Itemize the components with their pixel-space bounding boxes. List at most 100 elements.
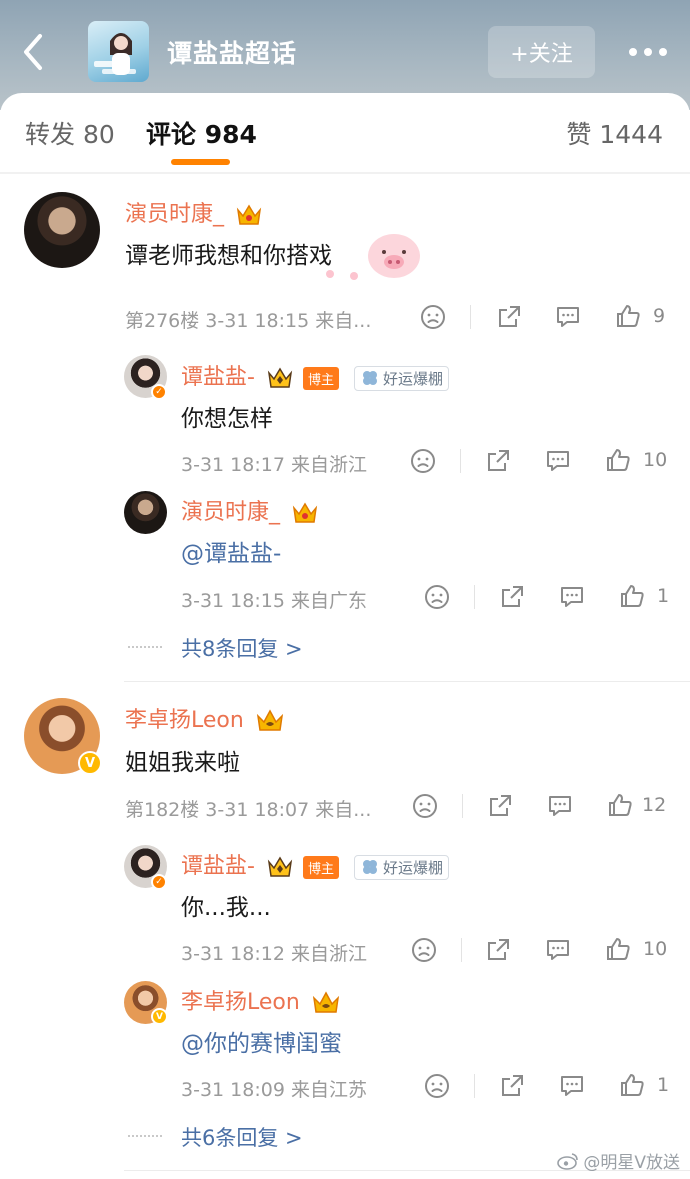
share-icon xyxy=(502,586,523,607)
like-button[interactable]: 9 xyxy=(615,303,665,329)
share-button[interactable] xyxy=(499,1073,525,1099)
reply-author[interactable]: 李卓扬Leon xyxy=(181,984,341,1016)
reply-button[interactable] xyxy=(547,793,573,819)
reply-text[interactable]: @你的赛博闺蜜 xyxy=(181,1024,342,1058)
share-icon xyxy=(490,795,511,816)
share-icon xyxy=(488,939,509,960)
dislike-button[interactable] xyxy=(411,937,437,963)
pig-sticker xyxy=(318,226,426,288)
back-button[interactable] xyxy=(14,30,54,74)
luck-badge[interactable]: 好运爆棚 xyxy=(353,365,449,391)
avatar[interactable] xyxy=(124,491,167,534)
crown-icon xyxy=(236,204,262,225)
divider xyxy=(128,646,162,648)
like-count: 1 xyxy=(657,585,670,607)
dislike-icon xyxy=(411,449,435,473)
comment-author[interactable]: 演员时康_ xyxy=(125,196,263,228)
reply-button[interactable] xyxy=(545,448,571,474)
dislike-button[interactable] xyxy=(424,584,450,610)
divider xyxy=(462,794,463,818)
dislike-button[interactable] xyxy=(424,1073,450,1099)
like-button[interactable]: 10 xyxy=(605,936,667,962)
thumbs-up-icon xyxy=(617,305,640,327)
like-count: 1 xyxy=(657,1074,670,1096)
comment-icon xyxy=(549,796,571,816)
blogger-tag: 博主 xyxy=(302,366,339,390)
like-button[interactable]: 1 xyxy=(619,583,669,609)
follow-button[interactable]: +关注 xyxy=(488,26,595,78)
reply-button[interactable] xyxy=(559,1073,585,1099)
reply-author[interactable]: 演员时康_ xyxy=(181,494,319,526)
like-count: 9 xyxy=(653,305,666,327)
comment-meta: 第276楼 3-31 18:15 来自... xyxy=(125,310,372,332)
divider xyxy=(460,449,461,473)
divider xyxy=(474,585,475,609)
tab-comment[interactable]: 评论 984 xyxy=(146,115,257,151)
crown-icon xyxy=(267,856,293,877)
topic-thumbnail[interactable] xyxy=(88,21,149,82)
reply-meta: 3-31 18:15 来自广东 xyxy=(181,590,367,612)
topic-title: 谭盐盐超话 xyxy=(167,39,298,68)
like-button[interactable]: 1 xyxy=(619,1072,669,1098)
dislike-icon xyxy=(412,938,436,962)
share-button[interactable] xyxy=(499,584,525,610)
more-replies-link[interactable]: 共6条回复 > xyxy=(181,1122,303,1152)
reply-button[interactable] xyxy=(559,584,585,610)
comment-text: 谭老师我想和你搭戏 xyxy=(125,243,332,269)
more-button[interactable] xyxy=(620,30,676,74)
avatar[interactable] xyxy=(24,192,100,268)
share-icon xyxy=(502,1075,523,1096)
like-button[interactable]: 12 xyxy=(607,792,666,818)
divider xyxy=(474,1074,475,1098)
reply-author[interactable]: 谭盐盐- 博主 好运爆棚 xyxy=(181,848,449,880)
dislike-button[interactable] xyxy=(412,793,438,819)
share-icon xyxy=(488,450,509,471)
luck-badge[interactable]: 好运爆棚 xyxy=(353,854,449,880)
reply-meta: 3-31 18:09 来自江苏 xyxy=(181,1079,367,1101)
clover-icon xyxy=(362,371,377,385)
dislike-icon xyxy=(421,305,445,329)
share-button[interactable] xyxy=(485,937,511,963)
blogger-tag: 博主 xyxy=(302,855,339,879)
thumbs-up-icon xyxy=(607,938,630,960)
reply-button[interactable] xyxy=(545,937,571,963)
more-replies-link[interactable]: 共8条回复 > xyxy=(181,633,303,663)
tab-like[interactable]: 赞 1444 xyxy=(566,115,663,151)
dislike-button[interactable] xyxy=(410,448,436,474)
verified-icon: ✓ xyxy=(151,874,167,890)
dislike-icon xyxy=(425,585,449,609)
like-count: 10 xyxy=(643,938,668,960)
verified-icon: V xyxy=(151,1008,168,1025)
watermark: @明星V放送 xyxy=(557,1148,680,1173)
comment-icon xyxy=(547,940,569,960)
divider xyxy=(461,938,462,962)
reply-author[interactable]: 谭盐盐- 博主 好运爆棚 xyxy=(181,359,449,391)
reply-text: 你想怎样 xyxy=(181,406,273,432)
tab-repost[interactable]: 转发 80 xyxy=(25,115,115,151)
comment-text: 姐姐我来啦 xyxy=(125,750,240,776)
dislike-icon xyxy=(413,794,437,818)
thumbs-up-icon xyxy=(609,794,632,816)
share-button[interactable] xyxy=(487,793,513,819)
dislike-button[interactable] xyxy=(420,304,446,330)
share-icon xyxy=(499,306,520,327)
reply-meta: 3-31 18:17 来自浙江 xyxy=(181,454,367,476)
share-button[interactable] xyxy=(496,304,522,330)
thumbs-up-icon xyxy=(607,449,630,471)
reply-button[interactable] xyxy=(555,304,581,330)
more-dots-icon xyxy=(629,48,637,56)
divider xyxy=(124,681,690,682)
dislike-icon xyxy=(425,1074,449,1098)
comment-author[interactable]: 李卓扬Leon xyxy=(125,702,285,734)
comment-meta: 第182楼 3-31 18:07 来自... xyxy=(125,799,372,821)
reply-text[interactable]: @谭盐盐- xyxy=(181,534,281,568)
verified-icon: ✓ xyxy=(151,384,167,400)
comment-icon xyxy=(547,451,569,471)
thumbs-up-icon xyxy=(621,1074,644,1096)
tab-bar: 转发 80 评论 984 赞 1444 xyxy=(0,93,690,171)
like-button[interactable]: 10 xyxy=(605,447,667,473)
reply-meta: 3-31 18:12 来自浙江 xyxy=(181,943,367,965)
crown-icon xyxy=(256,709,283,731)
share-button[interactable] xyxy=(485,448,511,474)
verified-icon: V xyxy=(78,751,102,775)
